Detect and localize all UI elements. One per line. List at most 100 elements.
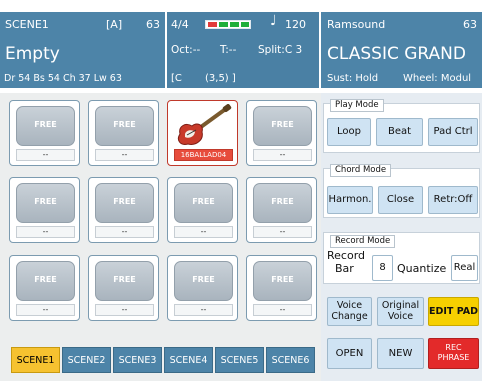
- record-bar-label: Record: [327, 249, 366, 262]
- sound-info-panel[interactable]: Ramsound 63 CLASSIC GRAND Sust: Hold Whe…: [321, 12, 482, 88]
- pad-face: FREE: [253, 183, 312, 223]
- pad-label: FREE: [192, 275, 215, 284]
- transpose-value: T:--: [220, 44, 237, 56]
- scene-number: 63: [146, 18, 160, 31]
- electric-guitar-icon: [174, 104, 233, 148]
- scene-slot: [A]: [106, 18, 123, 31]
- sound-number: 63: [463, 18, 477, 31]
- pad-5[interactable]: FREE --: [9, 177, 80, 243]
- pad-3-active[interactable]: 16BALLAD04: [167, 100, 238, 166]
- sustain-mode: Sust: Hold: [327, 73, 379, 84]
- pad-ctrl-button[interactable]: Pad Ctrl: [428, 118, 478, 146]
- mixer-levels: Dr 54 Bs 54 Ch 37 Lw 63: [4, 73, 122, 84]
- pad-label: FREE: [271, 275, 294, 284]
- pad-caption: --: [16, 304, 75, 316]
- pad-caption: --: [95, 304, 154, 316]
- pad-8[interactable]: FREE --: [246, 177, 317, 243]
- chord-open: [C: [171, 73, 182, 84]
- tab-scene5[interactable]: SCENE5: [215, 347, 264, 373]
- pad-label: FREE: [34, 275, 57, 284]
- sound-name: CLASSIC GRAND: [327, 44, 466, 64]
- pad-label: FREE: [271, 197, 294, 206]
- beat-indicator-icon: [205, 20, 251, 29]
- pad-label: FREE: [34, 197, 57, 206]
- pad-9[interactable]: FREE --: [9, 255, 80, 321]
- scene-status: Empty: [5, 44, 60, 64]
- beat-button[interactable]: Beat: [376, 118, 423, 146]
- rec-phrase-line2: PHRASE: [437, 353, 470, 362]
- wheel-mode: Wheel: Modul: [403, 73, 472, 84]
- rec-phrase-line1: REC: [445, 343, 462, 352]
- song-info-panel[interactable]: 4/4 ♩ 120 Oct:-- T:-- Split:C 3 [C (3,5)…: [167, 12, 319, 88]
- pad-label: FREE: [271, 120, 294, 129]
- pad-label: FREE: [192, 197, 215, 206]
- tempo-value: 120: [285, 18, 306, 31]
- tab-scene6[interactable]: SCENE6: [266, 347, 315, 373]
- pad-label: FREE: [113, 197, 136, 206]
- split-value: Split:C 3: [258, 44, 303, 56]
- voice-change-line2: Change: [331, 311, 368, 322]
- pad-face: FREE: [95, 261, 154, 301]
- tab-scene1[interactable]: SCENE1: [11, 347, 60, 373]
- pad-caption: --: [174, 226, 233, 238]
- pad-grid: FREE -- FREE -- 16BALLAD04 FREE -- FREE …: [0, 93, 321, 381]
- loop-button[interactable]: Loop: [327, 118, 371, 146]
- edit-pad-button[interactable]: EDIT PAD: [428, 297, 479, 326]
- pad-face: FREE: [95, 106, 154, 146]
- pad-6[interactable]: FREE --: [88, 177, 159, 243]
- octave-value: Oct:--: [171, 44, 201, 56]
- original-voice-button[interactable]: Original Voice: [377, 297, 424, 326]
- pad-7[interactable]: FREE --: [167, 177, 238, 243]
- pad-11[interactable]: FREE --: [167, 255, 238, 321]
- pad-caption: --: [253, 226, 312, 238]
- rec-phrase-button[interactable]: REC PHRASE: [428, 338, 479, 369]
- chord-position: (3,5) ]: [205, 73, 236, 84]
- pad-face: FREE: [16, 106, 75, 146]
- pad-10[interactable]: FREE --: [88, 255, 159, 321]
- pad-face: FREE: [174, 183, 233, 223]
- music-note-icon: ♩: [270, 13, 277, 29]
- original-voice-line2: Voice: [387, 311, 414, 322]
- pad-caption: 16BALLAD04: [174, 149, 233, 161]
- close-button[interactable]: Close: [378, 186, 423, 214]
- pad-caption: --: [16, 149, 75, 161]
- voice-change-line1: Voice: [336, 300, 363, 311]
- pad-label: FREE: [113, 275, 136, 284]
- pad-controls-panel: Play Mode Loop Beat Pad Ctrl Chord Mode …: [321, 93, 482, 381]
- tab-scene3[interactable]: SCENE3: [113, 347, 162, 373]
- pad-caption: --: [95, 149, 154, 161]
- quantize-label: Quantize: [397, 262, 447, 275]
- scene-info-panel[interactable]: SCENE1 [A] 63 Empty Dr 54 Bs 54 Ch 37 Lw…: [0, 12, 165, 88]
- pad-face: FREE: [16, 183, 75, 223]
- tab-scene2[interactable]: SCENE2: [62, 347, 111, 373]
- quantize-value[interactable]: Real: [451, 255, 478, 281]
- pad-label: FREE: [113, 120, 136, 129]
- pad-face: FREE: [174, 261, 233, 301]
- new-button[interactable]: NEW: [377, 338, 424, 369]
- pad-caption: --: [253, 304, 312, 316]
- open-button[interactable]: OPEN: [327, 338, 372, 369]
- tab-scene4[interactable]: SCENE4: [164, 347, 213, 373]
- play-mode-title: Play Mode: [330, 99, 384, 112]
- retrigger-button[interactable]: Retr:Off: [428, 186, 478, 214]
- sound-bank: Ramsound: [327, 18, 386, 31]
- chord-mode-title: Chord Mode: [330, 164, 392, 177]
- pad-face: FREE: [253, 261, 312, 301]
- pad-face: FREE: [253, 106, 312, 146]
- pad-12[interactable]: FREE --: [246, 255, 317, 321]
- pad-caption: --: [253, 149, 312, 161]
- voice-change-button[interactable]: Voice Change: [327, 297, 372, 326]
- time-signature: 4/4: [171, 18, 189, 31]
- pad-1[interactable]: FREE --: [9, 100, 80, 166]
- record-bar-label-2: Bar: [335, 262, 354, 275]
- pad-caption: --: [95, 226, 154, 238]
- pad-caption: --: [16, 226, 75, 238]
- harmon-button[interactable]: Harmon.: [327, 186, 373, 214]
- pad-face: FREE: [16, 261, 75, 301]
- pad-4[interactable]: FREE --: [246, 100, 317, 166]
- pad-2[interactable]: FREE --: [88, 100, 159, 166]
- original-voice-line1: Original: [381, 300, 420, 311]
- pad-face: FREE: [95, 183, 154, 223]
- pad-caption: --: [174, 304, 233, 316]
- record-bar-value[interactable]: 8: [372, 255, 393, 281]
